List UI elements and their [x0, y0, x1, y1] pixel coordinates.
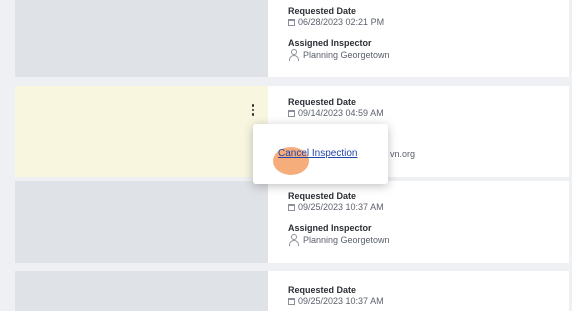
assigned-inspector-value: Planning Georgetown: [303, 234, 390, 245]
requested-date-label: Requested Date: [288, 97, 357, 107]
row-left-panel: [15, 271, 268, 311]
row-actions-menu: Cancel Inspection: [253, 124, 388, 184]
more-options-icon[interactable]: [250, 104, 256, 116]
row-details: Requested Date 09/25/2023 10:37 AM: [268, 271, 569, 311]
calendar-icon: [288, 298, 295, 305]
row-details: Requested Date 06/28/2023 02:21 PM Assig…: [268, 0, 569, 77]
assigned-inspector-value: Planning Georgetown: [303, 49, 390, 60]
calendar-icon: [288, 19, 295, 26]
cancel-inspection-link[interactable]: Cancel Inspection: [278, 148, 358, 159]
assigned-inspector-partial: vn.org: [390, 149, 416, 159]
requested-date-value: 09/25/2023 10:37 AM: [298, 296, 384, 306]
requested-date-label: Requested Date: [288, 191, 357, 201]
requested-date-value: 09/25/2023 10:37 AM: [298, 202, 384, 212]
inspection-row: Requested Date 09/25/2023 10:37 AM Assig…: [15, 181, 569, 263]
assigned-inspector-label: Assigned Inspector: [288, 223, 372, 233]
requested-date-label: Requested Date: [288, 285, 357, 295]
person-icon: [288, 234, 300, 246]
assigned-inspector-line: Planning Georgetown: [288, 49, 569, 61]
requested-date-label: Requested Date: [288, 6, 357, 16]
inspection-row: Requested Date 09/25/2023 10:37 AM: [15, 271, 569, 311]
row-left-panel: [15, 0, 268, 77]
inspection-row: Requested Date 06/28/2023 02:21 PM Assig…: [15, 0, 569, 77]
requested-date-line: 09/25/2023 10:37 AM: [288, 202, 569, 213]
row-details: Requested Date 09/25/2023 10:37 AM Assig…: [268, 181, 569, 263]
person-icon: [288, 49, 300, 61]
requested-date-line: 09/14/2023 04:59 AM: [288, 108, 569, 119]
requested-date-line: 09/25/2023 10:37 AM: [288, 296, 569, 307]
requested-date-value: 09/14/2023 04:59 AM: [298, 108, 384, 118]
requested-date-value: 06/28/2023 02:21 PM: [298, 17, 385, 27]
row-left-panel: [15, 86, 268, 177]
calendar-icon: [288, 204, 295, 211]
row-left-panel: [15, 181, 268, 263]
requested-date-line: 06/28/2023 02:21 PM: [288, 17, 569, 28]
calendar-icon: [288, 110, 295, 117]
assigned-inspector-label: Assigned Inspector: [288, 38, 372, 48]
assigned-inspector-line: Planning Georgetown: [288, 234, 569, 246]
